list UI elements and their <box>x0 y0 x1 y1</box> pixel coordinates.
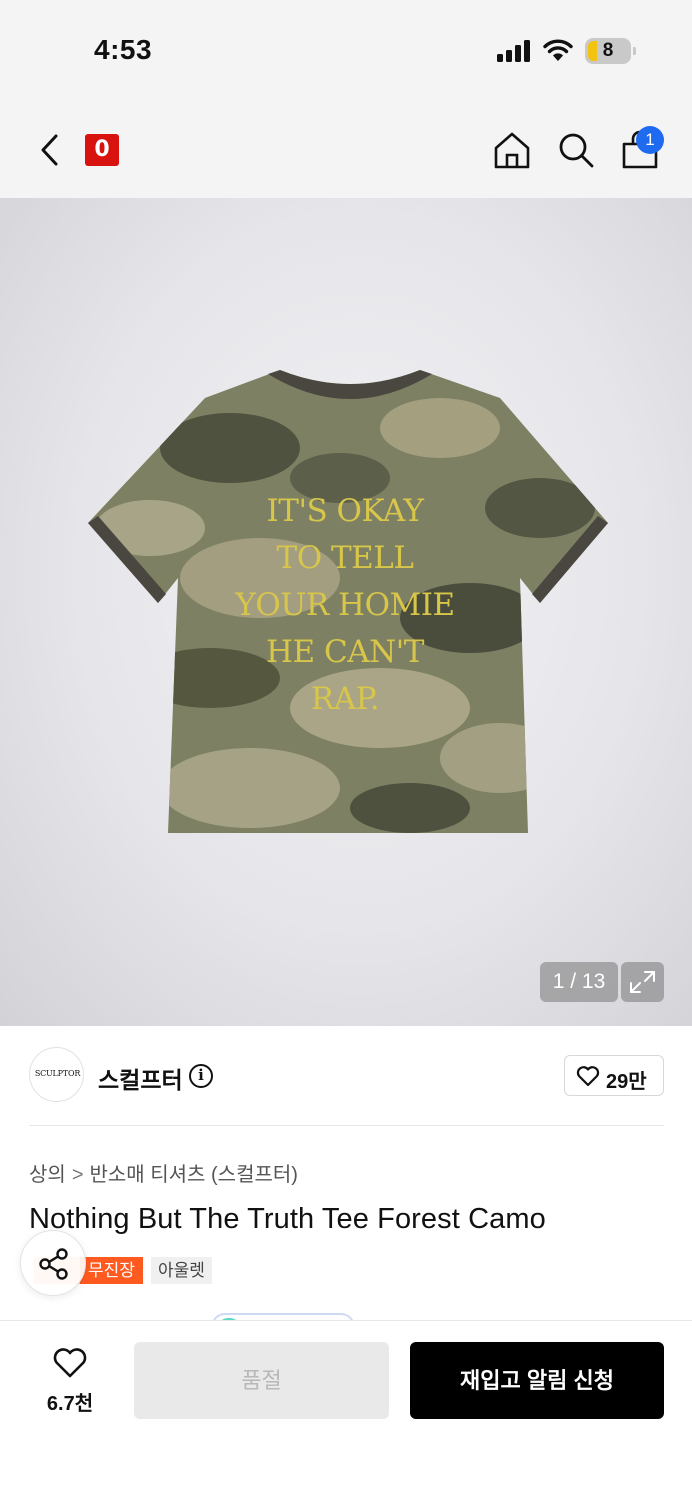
search-icon[interactable] <box>556 130 596 170</box>
print-line: RAP. <box>310 681 380 717</box>
status-bar: 4:53 8 <box>0 0 692 100</box>
tag-musinjang: 무진장 <box>80 1257 143 1284</box>
wishlist-count: 6.7천 <box>46 1393 94 1415</box>
breadcrumb: 상의 > 반소매 티셔츠 (스컬프터) <box>29 1158 298 1187</box>
cart-count-badge: 1 <box>636 126 664 154</box>
heart-icon <box>576 1066 600 1087</box>
image-counter: 1 / 13 <box>540 962 618 1002</box>
shirt-print-text: IT'S OKAY TO TELL YOUR HOMIE HE CAN'T RA… <box>180 488 510 723</box>
product-image-gallery[interactable]: IT'S OKAY TO TELL YOUR HOMIE HE CAN'T RA… <box>0 198 692 1026</box>
brand-name[interactable]: 스컬프터 <box>98 1061 183 1095</box>
cellular-signal-icon <box>497 40 531 62</box>
home-icon[interactable] <box>492 130 532 170</box>
logo-text: 0 <box>94 137 110 162</box>
musinsa-outlet-logo[interactable]: 0 <box>85 134 119 166</box>
print-line: TO TELL <box>276 540 414 576</box>
brand-info-icon[interactable]: i <box>189 1064 213 1088</box>
back-chevron-icon[interactable] <box>36 132 64 168</box>
print-line: IT'S OKAY <box>266 493 424 529</box>
breadcrumb-subcategory[interactable]: 반소매 티셔츠 (스컬프터) <box>90 1164 298 1186</box>
heart-icon <box>53 1348 87 1378</box>
restock-alert-button[interactable]: 재입고 알림 신청 <box>410 1342 664 1419</box>
share-icon <box>39 1248 68 1280</box>
expand-icon <box>630 971 655 993</box>
print-line: HE CAN'T <box>266 634 424 670</box>
battery-indicator: 8 <box>585 38 631 64</box>
print-line: YOUR HOMIE <box>235 587 455 623</box>
brand-like-button[interactable]: 29만 <box>564 1055 664 1096</box>
battery-tip <box>633 47 636 55</box>
breadcrumb-category[interactable]: 상의 <box>29 1164 66 1186</box>
soldout-button: 품절 <box>134 1342 389 1419</box>
share-button[interactable] <box>20 1230 86 1296</box>
tag-outlet: 아울렛 <box>151 1257 212 1284</box>
battery-level: 8 <box>602 40 614 61</box>
expand-image-button[interactable] <box>621 962 664 1002</box>
wishlist-button[interactable]: 6.7천 <box>30 1343 110 1415</box>
brand-logo-text: SCULPTOR <box>34 1069 81 1078</box>
status-time: 4:53 <box>94 34 153 65</box>
product-title: Nothing But The Truth Tee Forest Camo <box>29 1203 546 1235</box>
wifi-icon <box>543 39 573 61</box>
breadcrumb-separator: > <box>71 1164 84 1186</box>
divider <box>29 1125 664 1126</box>
brand-logo[interactable]: SCULPTOR <box>29 1047 84 1102</box>
brand-like-count: 29만 <box>606 1071 647 1093</box>
